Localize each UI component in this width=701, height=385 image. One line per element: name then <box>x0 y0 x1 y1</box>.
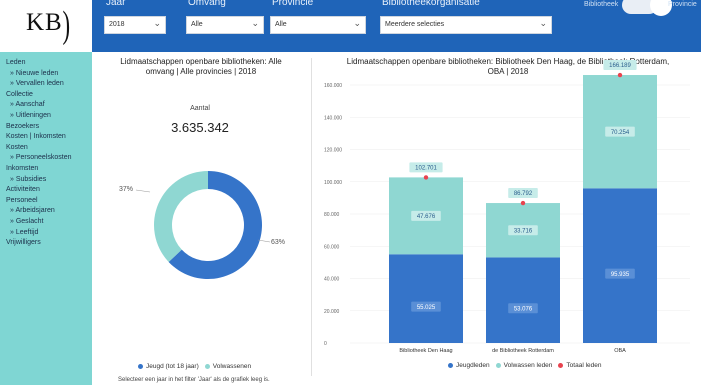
data-label-totaal-leden: 102.701 <box>415 166 437 172</box>
y-tick-label: 40.000 <box>324 277 340 283</box>
data-label-volwassen-leden: 70.254 <box>611 130 630 136</box>
marker-totaal-leden[interactable] <box>617 72 623 78</box>
x-category-label: OBA <box>614 348 626 354</box>
data-label-jeugdleden: 55.025 <box>417 305 436 311</box>
data-label-totaal-leden: 86.792 <box>514 191 533 197</box>
bar-legend: Jeugdleden Volwassen leden Totaal leden <box>448 362 601 369</box>
y-tick-label: 60.000 <box>324 244 340 250</box>
y-tick-label: 100.000 <box>324 180 342 186</box>
marker-totaal-leden[interactable] <box>423 175 429 180</box>
data-label-totaal-leden: 166.189 <box>609 63 631 69</box>
bar-jeugdleden[interactable] <box>486 257 560 343</box>
data-label-jeugdleden: 95.935 <box>611 272 630 278</box>
y-tick-label: 160.000 <box>324 83 342 89</box>
y-tick-label: 120.000 <box>324 148 342 154</box>
data-label-volwassen-leden: 47.676 <box>417 214 436 220</box>
bar-jeugdleden[interactable] <box>583 188 657 343</box>
legend-label-volwassen: Volwassen leden <box>503 362 553 369</box>
data-label-volwassen-leden: 33.716 <box>514 228 533 234</box>
legend-dot-jeugdleden <box>448 363 453 368</box>
marker-totaal-leden[interactable] <box>520 200 526 206</box>
y-tick-label: 80.000 <box>324 212 340 218</box>
y-tick-label: 140.000 <box>324 115 342 121</box>
y-tick-label: 20.000 <box>324 309 340 315</box>
data-label-jeugdleden: 53.076 <box>514 306 533 312</box>
legend-dot-totaal <box>558 363 564 368</box>
legend-label-jeugdleden: Jeugdleden <box>456 362 490 369</box>
stacked-bar-chart: 0 20.000 40.000 60.000 80.000 100.000 120.000 1… <box>324 60 690 354</box>
bar-jeugdleden[interactable] <box>389 254 463 343</box>
x-category-label: de Bibliotheek Rotterdam <box>492 348 554 354</box>
legend-label-totaal: Totaal leden <box>566 362 602 369</box>
legend-dot-volwassen <box>495 363 501 368</box>
y-tick-label: 0 <box>324 341 327 347</box>
x-category-label: Bibliotheek Den Haag <box>399 348 452 354</box>
